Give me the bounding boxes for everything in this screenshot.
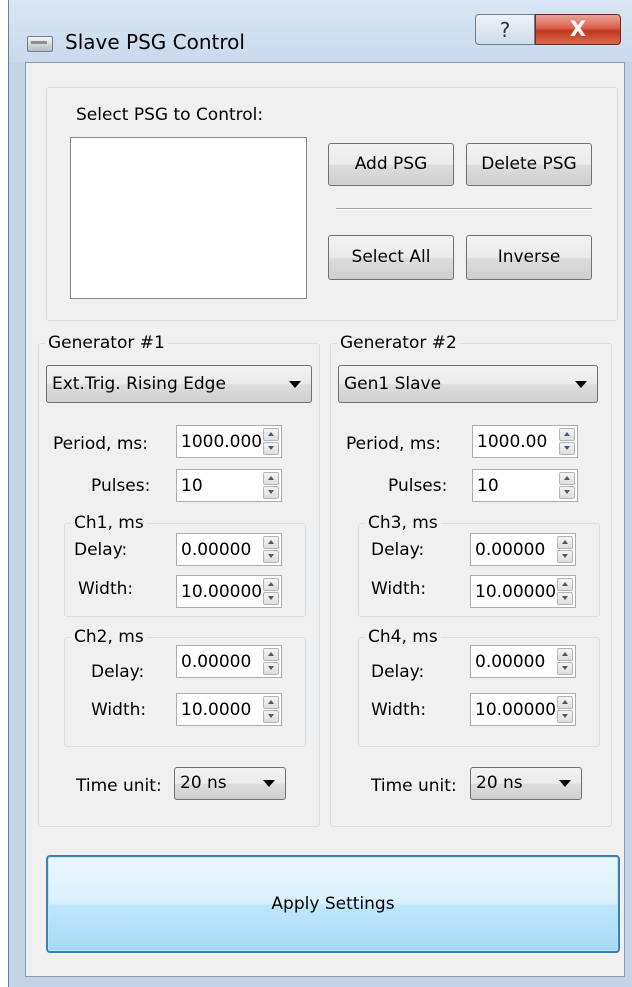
spin-down-icon[interactable] <box>557 662 573 675</box>
generator-2-time-unit-dropdown[interactable]: 20 ns <box>470 767 582 800</box>
ch1-delay-label: Delay: <box>74 540 128 560</box>
client-area: Select PSG to Control: Add PSG Delete PS… <box>25 62 625 977</box>
add-psg-button[interactable]: Add PSG <box>328 143 454 186</box>
ch1-delay-spinbox[interactable]: 0.00000 <box>176 533 282 566</box>
spin-up-icon[interactable] <box>557 696 573 709</box>
ch2-width-label: Width: <box>91 700 147 720</box>
window: Slave PSG Control ? X Select PSG to Cont… <box>8 0 632 987</box>
ch3-delay-label: Delay: <box>371 540 425 560</box>
generator-1-time-unit-label: Time unit: <box>76 776 162 796</box>
ch4-width-label: Width: <box>371 700 427 720</box>
ch1-title: Ch1, ms <box>71 512 147 534</box>
spin-down-icon[interactable] <box>263 662 279 675</box>
spin-down-icon[interactable] <box>263 710 279 723</box>
generator-2-period-spinbox[interactable]: 1000.00 <box>472 425 578 458</box>
button-separator <box>336 208 592 210</box>
close-icon: X <box>569 17 587 41</box>
generator-1-time-unit-value: 20 ns <box>180 773 227 793</box>
ch4-width-value: 10.00000 <box>475 700 557 720</box>
spin-down-icon[interactable] <box>263 486 279 499</box>
ch4-delay-value: 0.00000 <box>475 652 546 672</box>
ch1-width-spinbox[interactable]: 10.00000 <box>176 575 282 608</box>
window-title: Slave PSG Control <box>65 30 245 54</box>
ch2-width-spinbox[interactable]: 10.0000 <box>176 693 282 726</box>
ch3-width-spinbox[interactable]: 10.00000 <box>470 575 576 608</box>
spin-up-icon[interactable] <box>263 578 279 591</box>
ch2-delay-label: Delay: <box>91 662 145 682</box>
ch4-title: Ch4, ms <box>365 626 441 648</box>
ch1-width-label: Width: <box>78 579 134 599</box>
ch3-delay-spinbox[interactable]: 0.00000 <box>470 533 576 566</box>
ch3-delay-value: 0.00000 <box>475 540 546 560</box>
generator-2-pulses-value: 10 <box>477 476 499 496</box>
generator-1-time-unit-dropdown[interactable]: 20 ns <box>174 767 286 800</box>
spin-up-icon[interactable] <box>557 578 573 591</box>
spin-up-icon[interactable] <box>263 472 279 485</box>
chevron-down-icon <box>263 780 275 787</box>
chevron-down-icon <box>289 381 301 388</box>
generator-1-pulses-value: 10 <box>181 476 203 496</box>
generator-1-pulses-spinbox[interactable]: 10 <box>176 469 282 502</box>
ch3-width-value: 10.00000 <box>475 582 557 602</box>
delete-psg-button[interactable]: Delete PSG <box>466 143 592 186</box>
ch4-delay-spinbox[interactable]: 0.00000 <box>470 645 576 678</box>
spin-down-icon[interactable] <box>557 592 573 605</box>
help-icon: ? <box>499 18 511 42</box>
spin-down-icon[interactable] <box>557 550 573 563</box>
generator-2-pulses-spinbox[interactable]: 10 <box>472 469 578 502</box>
generator-1-period-spinbox[interactable]: 1000.000 <box>176 425 282 458</box>
spin-down-icon[interactable] <box>557 710 573 723</box>
generator-1-title: Generator #1 <box>45 332 168 354</box>
ch3-width-label: Width: <box>371 579 427 599</box>
psg-listbox[interactable] <box>70 137 307 299</box>
spin-up-icon[interactable] <box>263 648 279 661</box>
ch1-delay-value: 0.00000 <box>181 540 252 560</box>
inverse-button[interactable]: Inverse <box>466 235 592 280</box>
title-bar[interactable]: Slave PSG Control ? X <box>9 0 632 62</box>
generator-2-mode-dropdown[interactable]: Gen1 Slave <box>338 365 598 403</box>
generator-1-period-label: Period, ms: <box>53 434 148 454</box>
generator-1-mode-dropdown[interactable]: Ext.Trig. Rising Edge <box>46 365 312 403</box>
spin-up-icon[interactable] <box>559 428 575 441</box>
spin-down-icon[interactable] <box>559 486 575 499</box>
spin-up-icon[interactable] <box>559 472 575 485</box>
select-psg-label: Select PSG to Control: <box>76 105 264 125</box>
ch4-delay-label: Delay: <box>371 662 425 682</box>
chevron-down-icon <box>575 381 587 388</box>
spin-up-icon[interactable] <box>557 536 573 549</box>
spin-up-icon[interactable] <box>263 536 279 549</box>
ch1-width-value: 10.00000 <box>181 582 263 602</box>
ch2-title: Ch2, ms <box>71 626 147 648</box>
generator-2-mode-value: Gen1 Slave <box>344 374 442 394</box>
spin-up-icon[interactable] <box>263 428 279 441</box>
ch3-title: Ch3, ms <box>365 512 441 534</box>
spin-up-icon[interactable] <box>557 648 573 661</box>
generator-1-pulses-label: Pulses: <box>91 476 151 496</box>
spin-down-icon[interactable] <box>559 442 575 455</box>
spin-down-icon[interactable] <box>263 550 279 563</box>
select-all-button[interactable]: Select All <box>328 235 454 280</box>
generator-2-period-value: 1000.00 <box>477 432 548 452</box>
close-button[interactable]: X <box>535 14 621 45</box>
generator-1-mode-value: Ext.Trig. Rising Edge <box>52 374 226 394</box>
chevron-down-icon <box>559 780 571 787</box>
spin-down-icon[interactable] <box>263 442 279 455</box>
spin-up-icon[interactable] <box>263 696 279 709</box>
ch4-width-spinbox[interactable]: 10.00000 <box>470 693 576 726</box>
generator-2-pulses-label: Pulses: <box>388 476 448 496</box>
generator-2-period-label: Period, ms: <box>346 434 441 454</box>
generator-2-time-unit-value: 20 ns <box>476 773 523 793</box>
ch2-delay-spinbox[interactable]: 0.00000 <box>176 645 282 678</box>
spin-down-icon[interactable] <box>263 592 279 605</box>
ch2-delay-value: 0.00000 <box>181 652 252 672</box>
app-icon <box>27 36 53 52</box>
generator-2-title: Generator #2 <box>337 332 460 354</box>
help-button[interactable]: ? <box>475 14 535 45</box>
ch2-width-value: 10.0000 <box>181 700 252 720</box>
apply-settings-button[interactable]: Apply Settings <box>46 855 620 953</box>
generator-1-period-value: 1000.000 <box>181 432 263 452</box>
generator-2-time-unit-label: Time unit: <box>371 776 457 796</box>
